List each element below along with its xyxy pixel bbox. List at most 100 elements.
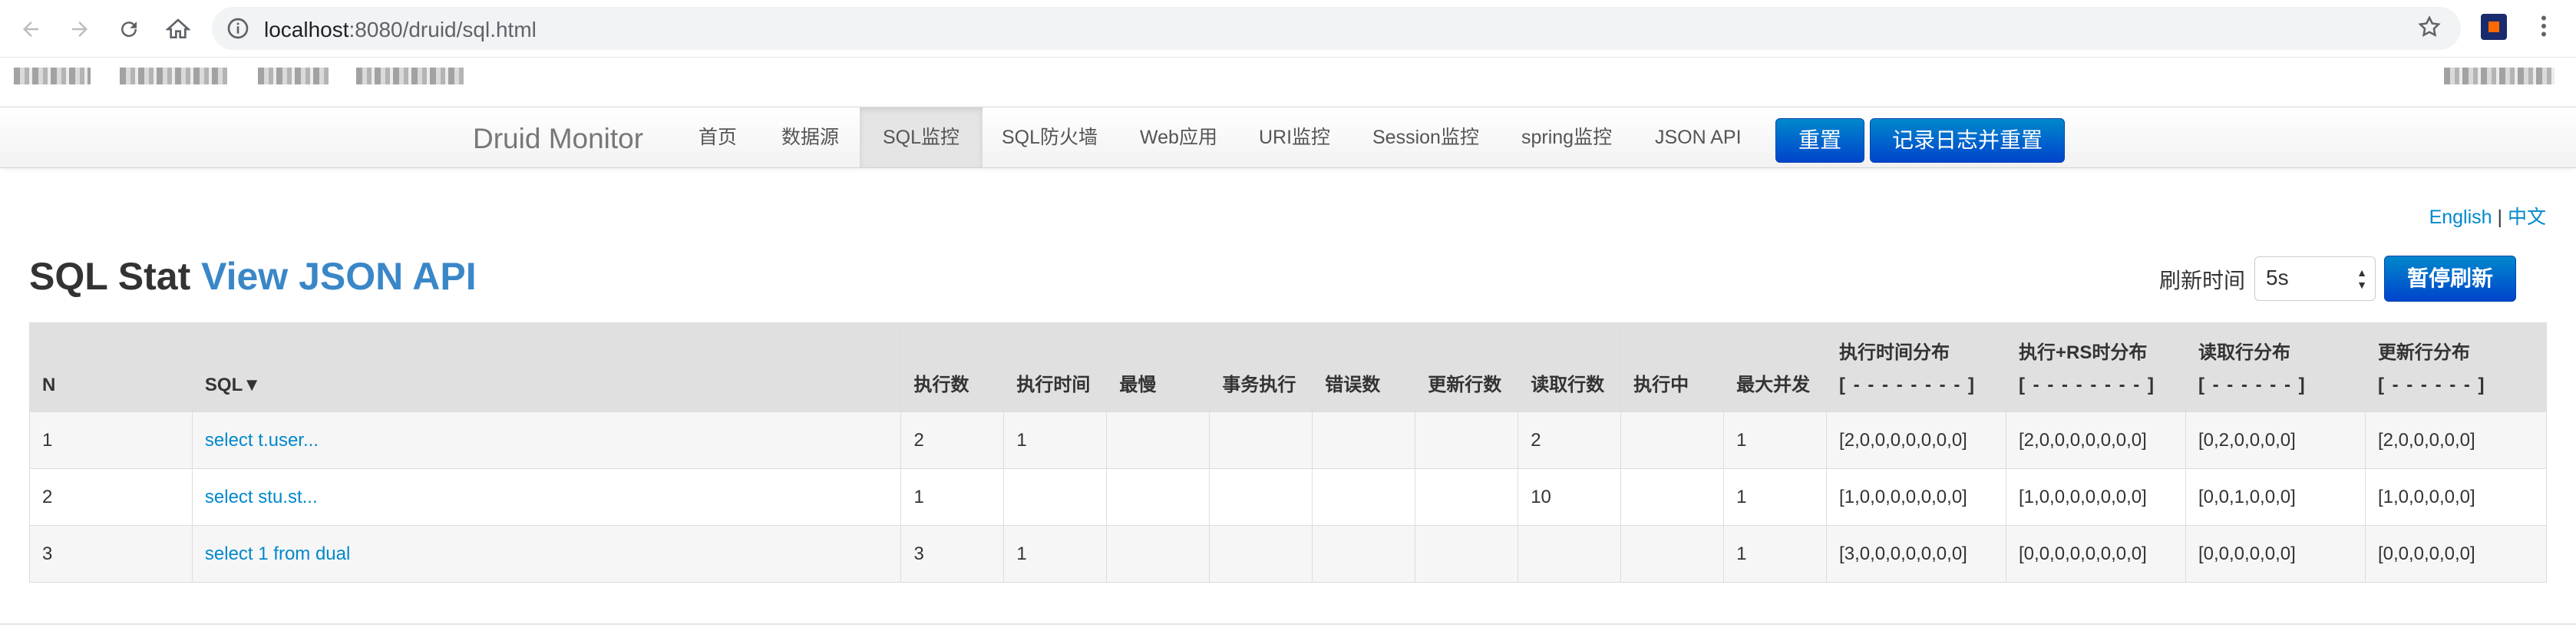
cell-update-histogram: [0,0,0,0,0,0] xyxy=(2364,525,2548,583)
column-header-sub: [ - - - - - - ] xyxy=(2198,375,2307,395)
reload-icon xyxy=(121,21,137,38)
sql-link[interactable]: select stu.st... xyxy=(205,487,318,507)
reset-button[interactable]: 重置 xyxy=(1775,118,1864,163)
cell-n: 3 xyxy=(29,525,193,583)
sql-link[interactable]: select t.user... xyxy=(205,430,319,451)
cell-updated-rows xyxy=(1415,468,1519,526)
page-title: SQL Stat View JSON API xyxy=(29,254,477,299)
cell-max-concurrency: 1 xyxy=(1723,468,1828,526)
cell-slowest xyxy=(1106,525,1210,583)
column-header[interactable]: 读取行数 xyxy=(1518,322,1622,412)
back-button[interactable] xyxy=(14,12,48,46)
cell-rs-histogram: [2,0,0,0,0,0,0,0] xyxy=(2006,411,2186,469)
bookmark-item[interactable] xyxy=(120,68,227,84)
cell-time-histogram: [2,0,0,0,0,0,0,0] xyxy=(1826,411,2007,469)
cell-read-histogram: [0,0,0,0,0,0] xyxy=(2185,525,2366,583)
table-row: 2 select stu.st... 1 10 1 [1,0,0,0,0,0,0… xyxy=(29,468,2548,526)
brand-logo[interactable]: Druid Monitor xyxy=(473,123,643,155)
view-json-api-link[interactable]: View JSON API xyxy=(201,255,476,298)
cell-read-histogram: [0,0,1,0,0,0] xyxy=(2185,468,2366,526)
column-header[interactable]: 更新行数 xyxy=(1415,322,1519,412)
column-header[interactable]: 错误数 xyxy=(1312,322,1416,412)
column-header[interactable]: 执行数 xyxy=(900,322,1005,412)
cell-errors xyxy=(1312,411,1416,469)
column-header-label: 读取行分布 xyxy=(2198,342,2290,363)
cell-txn xyxy=(1209,468,1313,526)
pause-refresh-button[interactable]: 暂停刷新 xyxy=(2384,256,2516,302)
column-header[interactable]: 执行中 xyxy=(1620,322,1725,412)
select-caret-icon: ▲ ▼ xyxy=(2356,266,2367,291)
nav-item-datasource[interactable]: 数据源 xyxy=(758,107,862,167)
more-menu-icon[interactable] xyxy=(2530,12,2558,40)
sql-stat-table: N SQL▼ 执行数 执行时间 最慢 事务执行 错误数 更新行数 读取行数 执行… xyxy=(29,322,2548,583)
cell-max-concurrency: 1 xyxy=(1723,411,1828,469)
nav-item-sql-monitor[interactable]: SQL监控 xyxy=(860,107,983,167)
browser-toolbar: localhost:8080/druid/sql.html xyxy=(0,0,2576,58)
nav-item-json-api[interactable]: JSON API xyxy=(1632,107,1765,167)
column-header-sub: [ - - - - - - ] xyxy=(2377,375,2486,395)
column-header-label: 更新行分布 xyxy=(2377,342,2470,363)
bookmark-star-icon[interactable] xyxy=(2416,14,2442,40)
refresh-interval-select[interactable]: 5s ▲ ▼ xyxy=(2254,256,2376,301)
nav-item-home[interactable]: 首页 xyxy=(675,107,760,167)
extension-icon[interactable] xyxy=(2481,14,2507,40)
bookmark-item[interactable] xyxy=(2444,68,2555,84)
url-text[interactable]: localhost:8080/druid/sql.html xyxy=(264,18,537,42)
cell-exec-time xyxy=(1003,468,1108,526)
log-and-reset-button[interactable]: 记录日志并重置 xyxy=(1870,118,2065,163)
reload-button[interactable] xyxy=(112,12,146,46)
sql-link[interactable]: select 1 from dual xyxy=(205,543,350,564)
nav-item-session-monitor[interactable]: Session监控 xyxy=(1349,107,1502,167)
cell-update-histogram: [1,0,0,0,0,0] xyxy=(2364,468,2548,526)
cell-errors xyxy=(1312,468,1416,526)
column-header[interactable]: N xyxy=(29,322,193,412)
bookmark-item[interactable] xyxy=(14,68,91,84)
lang-chinese-link[interactable]: 中文 xyxy=(2508,206,2546,228)
column-header[interactable]: 执行时间 xyxy=(1003,322,1108,412)
nav-item-spring-monitor[interactable]: spring监控 xyxy=(1498,107,1635,167)
cell-slowest xyxy=(1106,411,1210,469)
bookmark-item[interactable] xyxy=(356,68,464,84)
info-icon[interactable] xyxy=(226,16,250,41)
home-icon xyxy=(166,18,190,38)
column-header[interactable]: 读取行分布 [ - - - - - - ] xyxy=(2185,322,2366,412)
forward-button[interactable] xyxy=(63,12,97,46)
url-path: :8080/druid/sql.html xyxy=(348,18,537,41)
cell-txn xyxy=(1209,525,1313,583)
home-button[interactable] xyxy=(161,12,195,46)
table-header-row: N SQL▼ 执行数 执行时间 最慢 事务执行 错误数 更新行数 读取行数 执行… xyxy=(29,322,2548,412)
cell-time-histogram: [3,0,0,0,0,0,0,0] xyxy=(1826,525,2007,583)
cell-slowest xyxy=(1106,468,1210,526)
column-header[interactable]: 执行时间分布 [ - - - - - - - - ] xyxy=(1826,322,2007,412)
footer-divider xyxy=(0,623,2576,625)
refresh-interval-label: 刷新时间 xyxy=(2159,269,2246,292)
cell-rs-histogram: [0,0,0,0,0,0,0,0] xyxy=(2006,525,2186,583)
cell-running xyxy=(1620,525,1725,583)
address-bar[interactable]: localhost:8080/druid/sql.html xyxy=(212,7,2461,50)
column-header[interactable]: 最慢 xyxy=(1106,322,1210,412)
lang-separator: | xyxy=(2497,206,2503,228)
column-header-sql[interactable]: SQL▼ xyxy=(191,322,902,412)
cell-running xyxy=(1620,468,1725,526)
nav-item-web-app[interactable]: Web应用 xyxy=(1117,107,1240,167)
lang-english-link[interactable]: English xyxy=(2429,206,2492,228)
nav-item-sql-firewall[interactable]: SQL防火墙 xyxy=(979,107,1121,167)
column-header-label: 执行时间分布 xyxy=(1839,342,1950,363)
bookmark-item[interactable] xyxy=(258,68,329,84)
cell-running xyxy=(1620,411,1725,469)
table-row: 3 select 1 from dual 3 1 1 [3,0,0,0,0,0,… xyxy=(29,525,2548,583)
column-header-label: 执行+RS时分布 xyxy=(2019,342,2148,363)
cell-read-rows: 10 xyxy=(1518,468,1622,526)
cell-txn xyxy=(1209,411,1313,469)
column-header[interactable]: 事务执行 xyxy=(1209,322,1313,412)
column-header[interactable]: 更新行分布 [ - - - - - - ] xyxy=(2364,322,2548,412)
cell-updated-rows xyxy=(1415,525,1519,583)
cell-sql: select stu.st... xyxy=(191,468,902,526)
column-header[interactable]: 执行+RS时分布 [ - - - - - - - - ] xyxy=(2006,322,2186,412)
cell-n: 1 xyxy=(29,411,193,469)
cell-max-concurrency: 1 xyxy=(1723,525,1828,583)
refresh-interval-value: 5s xyxy=(2266,266,2289,289)
table-row: 1 select t.user... 2 1 2 1 [2,0,0,0,0,0,… xyxy=(29,411,2548,469)
column-header[interactable]: 最大并发 xyxy=(1723,322,1828,412)
nav-item-uri-monitor[interactable]: URI监控 xyxy=(1236,107,1353,167)
